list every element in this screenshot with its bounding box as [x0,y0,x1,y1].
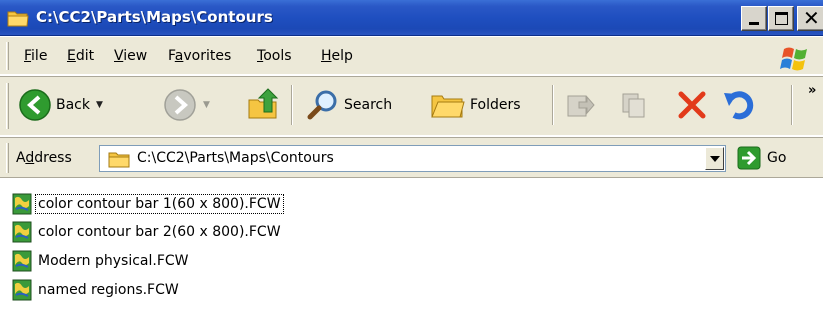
folders-label: Folders [470,97,521,113]
minimize-button[interactable] [741,6,767,31]
toolbar-overflow-button[interactable]: » [808,83,816,98]
address-bar: Address C:\CC2\Parts\Maps\Contours Go [0,137,823,178]
map-file-icon [12,221,32,243]
address-input[interactable]: C:\CC2\Parts\Maps\Contours [99,145,726,172]
folder-icon [7,11,29,27]
map-file-icon [12,250,32,272]
maximize-icon [775,12,788,25]
delete-icon [678,91,706,119]
move-to-icon [567,95,595,117]
search-label: Search [344,97,393,113]
copy-to-button[interactable] [620,90,650,120]
window-title: C:\CC2\Parts\Maps\Contours [36,8,273,26]
undo-button[interactable] [722,88,756,122]
close-icon: ✕ [803,6,820,30]
file-name: Modern physical.FCW [38,253,189,269]
menubar-grip[interactable] [6,42,9,70]
file-name: named regions.FCW [38,282,179,298]
search-icon [307,90,337,120]
map-file-icon [12,193,32,215]
back-arrow-icon [19,89,51,121]
address-label: Address [16,150,72,166]
list-item[interactable]: color contour bar 2(60 x 800).FCW [12,220,283,244]
menu-view[interactable]: View [114,48,147,64]
file-name: color contour bar 2(60 x 800).FCW [38,224,281,240]
back-dropdown-icon[interactable]: ▼ [96,100,103,110]
delete-button[interactable] [676,89,708,121]
file-list[interactable]: color contour bar 1(60 x 800).FCW color … [0,179,823,316]
menu-help[interactable]: Help [321,48,353,64]
go-arrow-icon [737,146,761,170]
menu-favorites[interactable]: Favorites [168,48,231,64]
menu-file[interactable]: File [24,48,47,64]
undo-icon [724,91,754,120]
search-button[interactable]: Search [306,88,392,122]
list-item[interactable]: color contour bar 1(60 x 800).FCW [12,192,284,216]
file-name: color contour bar 1(60 x 800).FCW [35,194,284,214]
address-value: C:\CC2\Parts\Maps\Contours [137,150,334,166]
standard-toolbar: Back ▼ ▼ Search Folders » [0,76,823,136]
list-item[interactable]: named regions.FCW [12,278,181,302]
go-button[interactable]: Go [737,146,786,170]
maximize-button[interactable] [768,6,794,31]
up-folder-icon [248,88,279,119]
forward-dropdown-icon[interactable]: ▼ [203,100,210,110]
go-label: Go [767,150,787,166]
up-folder-button[interactable] [246,86,282,122]
title-bar[interactable]: C:\CC2\Parts\Maps\Contours ✕ [0,0,823,36]
menu-tools[interactable]: Tools [257,48,292,64]
list-item[interactable]: Modern physical.FCW [12,249,191,273]
back-label: Back [56,97,90,113]
folders-button[interactable]: Folders [430,88,521,122]
windows-logo-icon [780,47,807,71]
copy-to-icon [622,93,645,118]
map-file-icon [12,279,32,301]
forward-arrow-icon [164,89,196,121]
addressbar-grip[interactable] [6,143,9,173]
address-dropdown-button[interactable] [705,147,724,170]
toolbar-grip[interactable] [6,83,9,129]
toolbar-separator [791,85,793,125]
folder-icon [108,152,130,168]
toolbar-separator [552,85,554,125]
minimize-icon [749,22,759,25]
back-button[interactable]: Back ▼ [18,88,103,122]
folders-icon [431,95,465,118]
menu-bar: File Edit View Favorites Tools Help [0,37,823,75]
move-to-button[interactable] [565,90,595,120]
forward-button[interactable]: ▼ [163,88,210,122]
close-button[interactable]: ✕ [797,6,823,31]
menu-edit[interactable]: Edit [67,48,94,64]
toolbar-separator [291,85,293,125]
